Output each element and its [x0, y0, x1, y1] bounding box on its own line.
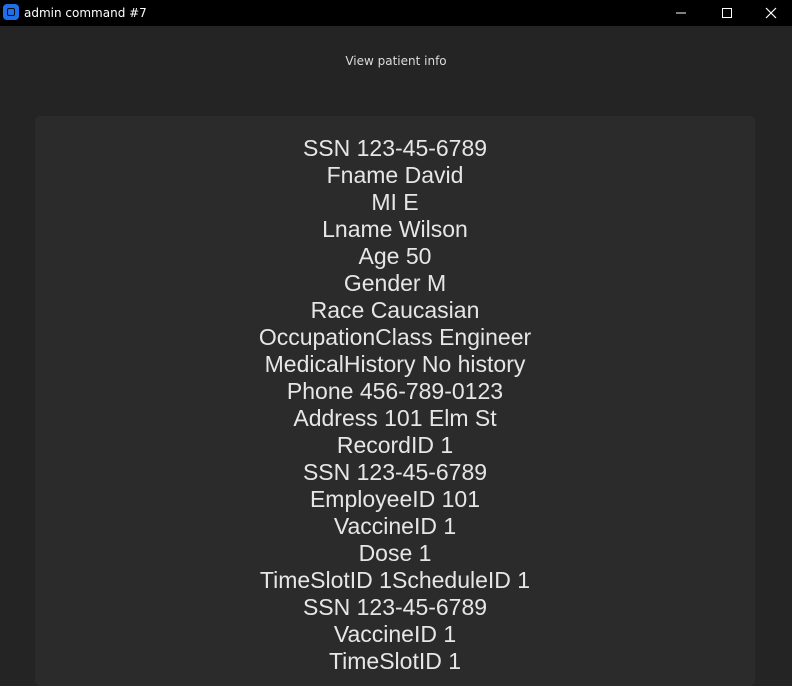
close-button[interactable] [748, 0, 792, 26]
record-line: VaccineID 1 [333, 513, 457, 539]
patient-info-panel[interactable]: SSN 123-45-6789 Fname David MI E Lname W… [35, 116, 755, 686]
record-line: EmployeeID 101 [309, 486, 481, 512]
record-line: Dose 1 [358, 540, 432, 566]
title-bar[interactable]: admin command #7 [0, 0, 792, 26]
record-line: Race Caucasian [310, 297, 480, 323]
minimize-icon [676, 12, 686, 14]
window-title: admin command #7 [24, 6, 147, 20]
record-line: VaccineID 1 [333, 621, 457, 647]
maximize-button[interactable] [704, 0, 750, 26]
minimize-button[interactable] [658, 0, 704, 26]
record-line: RecordID 1 [336, 432, 454, 458]
app-icon [3, 4, 19, 20]
patient-record-list: SSN 123-45-6789 Fname David MI E Lname W… [35, 135, 755, 675]
record-line: TimeSlotID 1 [328, 648, 462, 674]
record-line: Gender M [343, 270, 447, 296]
record-line: Phone 456-789-0123 [286, 378, 504, 404]
record-line: SSN 123-45-6789 [302, 594, 488, 620]
record-line: MedicalHistory No history [264, 351, 526, 377]
record-line: Lname Wilson [322, 216, 468, 242]
close-icon [765, 7, 777, 19]
record-line: SSN 123-45-6789 [302, 135, 488, 161]
record-line: Age 50 [358, 243, 432, 269]
record-line: OccupationClass Engineer [258, 324, 532, 350]
record-line: MI E [371, 189, 419, 215]
record-line: Fname David [326, 162, 464, 188]
record-line: Address 101 Elm St [293, 405, 497, 431]
page-heading: View patient info [345, 54, 447, 68]
record-line: SSN 123-45-6789 [302, 459, 488, 485]
maximize-icon [722, 8, 732, 18]
record-line: TimeSlotID 1ScheduleID 1 [259, 567, 531, 593]
